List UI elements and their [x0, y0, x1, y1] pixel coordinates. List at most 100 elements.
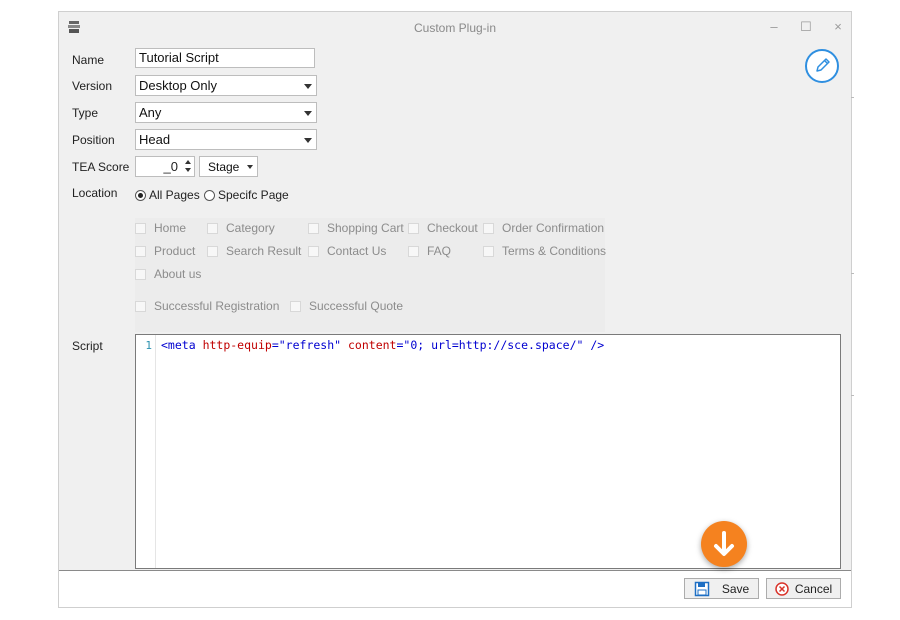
edge-divider: [851, 395, 854, 396]
maximize-button[interactable]: ☐: [795, 17, 817, 37]
checkbox-terms-conditions[interactable]: Terms & Conditions: [483, 244, 606, 258]
checkbox-label: Home: [154, 221, 187, 235]
arrow-down-icon: [714, 531, 734, 556]
edge-divider: [851, 273, 854, 274]
checkbox-shopping-cart[interactable]: Shopping Cart: [308, 221, 404, 235]
checkbox-order-confirmation[interactable]: Order Confirmation: [483, 221, 604, 235]
specific-page-label: Specifc Page: [218, 188, 289, 202]
code-value: "0; url=http://sce.space/": [403, 338, 584, 352]
cancel-circle-icon: [775, 581, 789, 596]
checkbox-icon: [408, 222, 419, 234]
close-button[interactable]: ×: [827, 17, 849, 37]
line-number: 1: [145, 339, 152, 352]
code-value: "refresh": [278, 338, 342, 352]
checkbox-icon: [308, 245, 319, 257]
checkbox-icon: [207, 222, 218, 234]
code-tag-close: />: [590, 338, 605, 352]
title-bar: Custom Plug-in – ☐ ×: [59, 12, 851, 42]
stage-value: Stage: [208, 160, 240, 174]
position-label: Position: [72, 133, 115, 147]
chevron-down-icon: [247, 165, 253, 169]
checkbox-checkout[interactable]: Checkout: [408, 221, 478, 235]
version-dropdown[interactable]: Desktop Only: [135, 75, 317, 96]
code-tag-open: <meta: [161, 338, 196, 352]
radio-selected-icon: [135, 189, 146, 201]
checkbox-label: Search Result: [226, 244, 302, 258]
save-label: Save: [721, 581, 750, 596]
pencil-icon: [816, 58, 830, 72]
stage-dropdown[interactable]: Stage: [199, 156, 258, 177]
checkbox-icon: [483, 222, 494, 234]
checkbox-successful-quote[interactable]: Successful Quote: [290, 299, 403, 313]
type-label: Type: [72, 106, 99, 120]
chevron-down-icon: [304, 111, 312, 116]
tea-score-stepper[interactable]: _0: [135, 156, 195, 177]
location-label: Location: [72, 186, 118, 200]
tea-score-value: _0: [163, 159, 178, 174]
name-input[interactable]: Tutorial Script: [135, 48, 315, 68]
minimize-button[interactable]: –: [763, 17, 785, 37]
specific-page-radio[interactable]: Specifc Page: [204, 188, 289, 202]
radio-empty-icon: [204, 189, 215, 201]
checkbox-faq[interactable]: FAQ: [408, 244, 451, 258]
checkbox-icon: [408, 245, 419, 257]
code-attr: content: [348, 338, 397, 352]
checkbox-product[interactable]: Product: [135, 244, 195, 258]
type-dropdown[interactable]: Any: [135, 102, 317, 123]
checkbox-label: FAQ: [427, 244, 452, 258]
all-pages-label: All Pages: [149, 188, 200, 202]
checkbox-label: Successful Quote: [309, 299, 404, 313]
custom-plugin-dialog: Custom Plug-in – ☐ × Name Tutorial Scrip…: [58, 11, 852, 608]
download-indicator[interactable]: [701, 521, 747, 567]
script-code-line[interactable]: <meta http-equip="refresh" content="0; u…: [161, 338, 604, 352]
line-number-gutter: 1: [136, 335, 156, 568]
cancel-label: Cancel: [794, 581, 833, 596]
version-label: Version: [72, 79, 113, 93]
position-dropdown[interactable]: Head: [135, 129, 317, 150]
checkbox-search-result[interactable]: Search Result: [207, 244, 301, 258]
checkbox-label: Order Confirmation: [502, 221, 605, 235]
code-attr: http-equip: [202, 338, 272, 352]
checkbox-icon: [135, 300, 146, 312]
checkbox-home[interactable]: Home: [135, 221, 186, 235]
floppy-disk-icon: [694, 581, 710, 596]
all-pages-radio[interactable]: All Pages: [135, 188, 200, 202]
checkbox-contact-us[interactable]: Contact Us: [308, 244, 386, 258]
window-title: Custom Plug-in: [413, 21, 497, 35]
checkbox-label: Successful Registration: [154, 299, 280, 313]
stepper-up-icon[interactable]: [185, 160, 191, 164]
dialog-footer: Save Cancel: [59, 570, 851, 607]
checkbox-icon: [483, 245, 494, 257]
checkbox-label: Product: [154, 244, 196, 258]
type-value: Any: [139, 105, 162, 120]
chevron-down-icon: [304, 84, 312, 89]
stepper-down-icon[interactable]: [185, 168, 191, 172]
checkbox-label: Contact Us: [327, 244, 387, 258]
script-label: Script: [72, 339, 103, 353]
code-equals: =: [271, 338, 279, 352]
checkbox-icon: [207, 245, 218, 257]
checkbox-icon: [135, 222, 146, 234]
checkbox-category[interactable]: Category: [207, 221, 275, 235]
page-checkbox-group: Home Category Shopping Cart Checkout Ord…: [135, 218, 606, 332]
checkbox-icon: [290, 300, 301, 312]
checkbox-label: Terms & Conditions: [502, 244, 607, 258]
checkbox-label: Checkout: [427, 221, 478, 235]
name-label: Name: [72, 53, 105, 67]
checkbox-label: Category: [226, 221, 275, 235]
version-value: Desktop Only: [139, 78, 218, 93]
checkbox-icon: [135, 245, 146, 257]
checkbox-icon: [308, 222, 319, 234]
edge-divider: [851, 97, 854, 98]
chevron-down-icon: [304, 138, 312, 143]
checkbox-label: Shopping Cart: [327, 221, 404, 235]
tea-score-label: TEA Score: [72, 160, 130, 174]
position-value: Head: [139, 132, 171, 147]
edit-button[interactable]: [805, 49, 839, 83]
save-button[interactable]: Save: [684, 578, 759, 599]
checkbox-icon: [135, 268, 146, 280]
checkbox-about-us[interactable]: About us: [135, 267, 201, 281]
checkbox-successful-registration[interactable]: Successful Registration: [135, 299, 279, 313]
cancel-button[interactable]: Cancel: [766, 578, 841, 599]
checkbox-label: About us: [154, 267, 202, 281]
